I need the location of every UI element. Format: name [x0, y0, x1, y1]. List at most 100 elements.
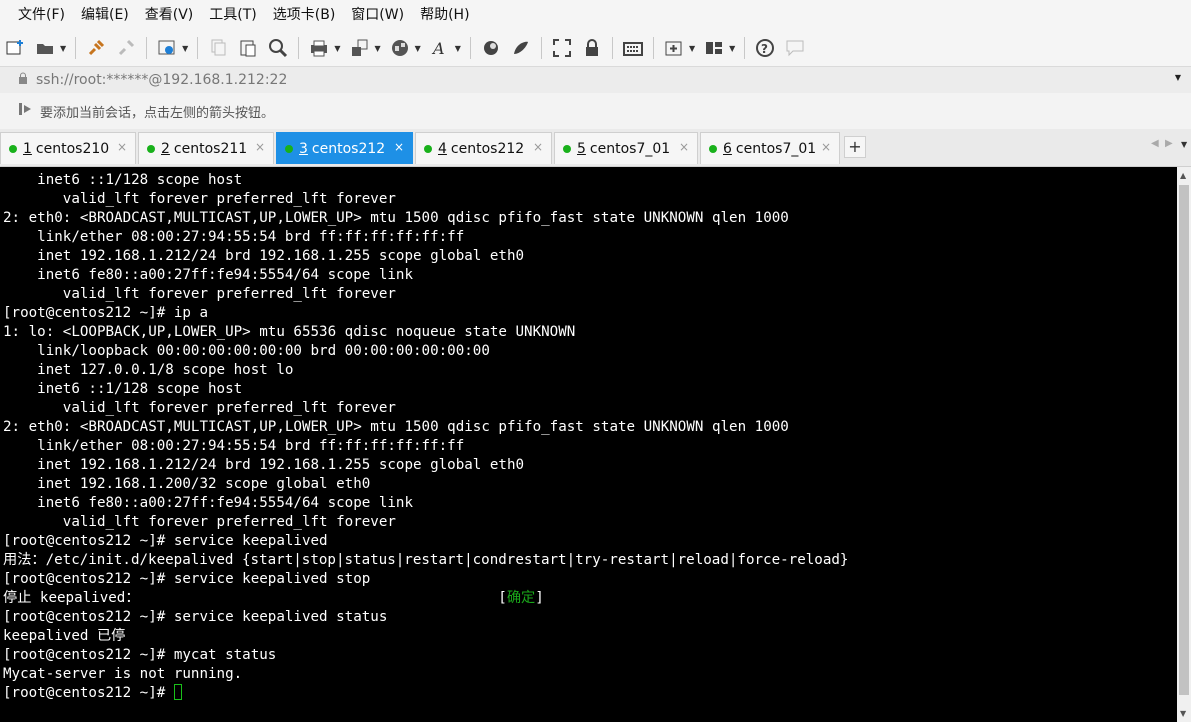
xftp-icon — [483, 41, 498, 55]
chevron-down-icon[interactable]: ▼ — [334, 44, 340, 53]
tab-session[interactable]: 5 centos7_01 × — [554, 132, 698, 164]
chevron-down-icon[interactable]: ▼ — [60, 44, 66, 53]
paste-button[interactable] — [235, 35, 261, 61]
tab-session[interactable]: 6 centos7_01 × — [700, 132, 840, 164]
terminal-line: valid_lft forever preferred_lft forever — [3, 286, 396, 302]
font-button[interactable]: A — [427, 35, 453, 61]
help-button[interactable]: ? — [752, 35, 778, 61]
tab-session[interactable]: 4 centos212 × — [415, 132, 552, 164]
tab-session[interactable]: 1 centos210 × — [0, 132, 136, 164]
new-session-icon — [6, 40, 23, 55]
terminal-line: valid_lft forever preferred_lft forever — [3, 514, 396, 530]
scrollbar-thumb[interactable] — [1179, 185, 1189, 695]
session-properties-button[interactable] — [154, 35, 180, 61]
find-button[interactable] — [265, 35, 291, 61]
ok-status: 确定 — [506, 590, 536, 606]
disconnect-button[interactable] — [113, 35, 139, 61]
close-icon[interactable]: × — [117, 140, 127, 154]
connected-status-icon — [709, 144, 717, 153]
tab-list-dropdown-icon[interactable]: ▼ — [1181, 140, 1187, 149]
close-icon[interactable]: × — [533, 140, 543, 154]
terminal-scrollbar[interactable]: ▲ ▼ — [1177, 167, 1191, 722]
fullscreen-button[interactable] — [549, 35, 575, 61]
layout-icon — [706, 42, 723, 54]
tab-number: 4 — [438, 140, 447, 157]
terminal-prompt: [root@centos212 ~]# — [3, 685, 174, 701]
tab-session[interactable]: 3 centos212 × — [276, 132, 413, 164]
layout-button[interactable] — [701, 35, 727, 61]
chevron-down-icon[interactable]: ▼ — [182, 44, 188, 53]
chevron-down-icon[interactable]: ▼ — [455, 44, 461, 53]
terminal-line: inet6 fe80::a00:27ff:fe94:5554/64 scope … — [3, 495, 413, 511]
print-button[interactable] — [306, 35, 332, 61]
terminal-line: inet 192.168.1.200/32 scope global eth0 — [3, 476, 371, 492]
transfer-button[interactable] — [346, 35, 372, 61]
svg-text:?: ? — [761, 42, 768, 56]
toolbar: ▼ ▼ ▼ ▼ ▼ A ▼ ▼ ▼ ? — [0, 30, 1191, 66]
close-icon[interactable]: × — [679, 140, 689, 154]
tab-label: centos212 — [311, 140, 386, 157]
scroll-up-icon[interactable]: ▲ — [1180, 171, 1186, 180]
chat-button[interactable] — [782, 35, 808, 61]
toolbar-divider — [75, 37, 77, 59]
chevron-down-icon[interactable]: ▼ — [689, 44, 695, 53]
toolbar-divider — [469, 37, 471, 59]
terminal-line: inet 127.0.0.1/8 scope host lo — [3, 362, 294, 378]
keyboard-button[interactable] — [620, 35, 646, 61]
terminal-line: 用法：/etc/init.d/keepalived {start|stop|st… — [3, 552, 849, 568]
folder-open-icon — [37, 44, 53, 54]
tab-scroll-left-icon[interactable]: ◀ — [1151, 138, 1159, 149]
close-icon[interactable]: × — [394, 140, 404, 154]
tab-label: centos210 — [35, 140, 110, 157]
disconnect-plug-icon — [119, 39, 135, 56]
lock-button[interactable] — [579, 35, 605, 61]
hint-text: 要添加当前会话，点击左侧的箭头按钮。 — [40, 105, 275, 121]
chevron-down-icon[interactable]: ▼ — [729, 44, 735, 53]
terminal-line: valid_lft forever preferred_lft forever — [3, 400, 396, 416]
lock-icon — [18, 72, 28, 88]
terminal-line: [root@centos212 ~]# mycat status — [3, 647, 277, 663]
menu-item[interactable]: 窗口(W) — [343, 0, 412, 30]
chevron-down-icon[interactable]: ▼ — [415, 44, 421, 53]
svg-text:A: A — [431, 39, 445, 58]
menu-item[interactable]: 查看(V) — [137, 0, 202, 30]
menu-item[interactable]: 选项卡(B) — [265, 0, 344, 30]
chevron-down-icon[interactable]: ▼ — [1175, 73, 1181, 82]
menu-item[interactable]: 帮助(H) — [412, 0, 477, 30]
connected-status-icon — [9, 144, 17, 153]
new-tab-button[interactable] — [661, 35, 687, 61]
toolbar-divider — [652, 37, 654, 59]
add-tab-button[interactable]: + — [844, 136, 866, 158]
open-folder-button[interactable] — [32, 35, 58, 61]
add-session-arrow-icon[interactable] — [18, 101, 34, 121]
terminal-line: inet6 fe80::a00:27ff:fe94:5554/64 scope … — [3, 267, 413, 283]
terminal-output: inet6 ::1/128 scope host valid_lft forev… — [3, 171, 1177, 703]
xshell-button[interactable] — [508, 35, 534, 61]
terminal[interactable]: inet6 ::1/128 scope host valid_lft forev… — [0, 167, 1177, 722]
close-icon[interactable]: × — [821, 140, 831, 154]
terminal-line: [root@centos212 ~]# service keepalived s… — [3, 571, 371, 587]
menu-item[interactable]: 编辑(E) — [73, 0, 137, 30]
address-text[interactable]: ssh://root:******@192.168.1.212:22 — [36, 72, 287, 88]
terminal-line: inet 192.168.1.212/24 brd 192.168.1.255 … — [3, 248, 525, 264]
scroll-down-icon[interactable]: ▼ — [1180, 709, 1186, 718]
copy-button[interactable] — [205, 35, 231, 61]
terminal-line: 1: lo: <LOOPBACK,UP,LOWER_UP> mtu 65536 … — [3, 324, 576, 340]
address-bar[interactable]: ssh://root:******@192.168.1.212:22 ▼ — [0, 66, 1191, 94]
xftp-button[interactable] — [478, 35, 504, 61]
menu-item[interactable]: 工具(T) — [201, 0, 264, 30]
menu-item[interactable]: 文件(F) — [10, 0, 73, 30]
tab-number: 6 — [723, 140, 732, 157]
new-session-button[interactable] — [2, 35, 28, 61]
tab-session[interactable]: 2 centos211 × — [138, 132, 274, 164]
chat-bubble-icon — [786, 40, 804, 57]
terminal-line: link/ether 08:00:27:94:55:54 brd ff:ff:f… — [3, 438, 465, 454]
hint-bar: 要添加当前会话，点击左侧的箭头按钮。 — [0, 93, 1191, 129]
chevron-down-icon[interactable]: ▼ — [374, 44, 380, 53]
tab-scroll-right-icon[interactable]: ▶ — [1165, 138, 1173, 149]
close-icon[interactable]: × — [255, 140, 265, 154]
toolbar-divider — [611, 37, 613, 59]
globe-button[interactable] — [387, 35, 413, 61]
connect-button[interactable] — [83, 35, 109, 61]
tab-bar: + ◀ ▶ ▼ 1 centos210 × 2 centos211 × 3 centos212… — [0, 129, 1191, 167]
